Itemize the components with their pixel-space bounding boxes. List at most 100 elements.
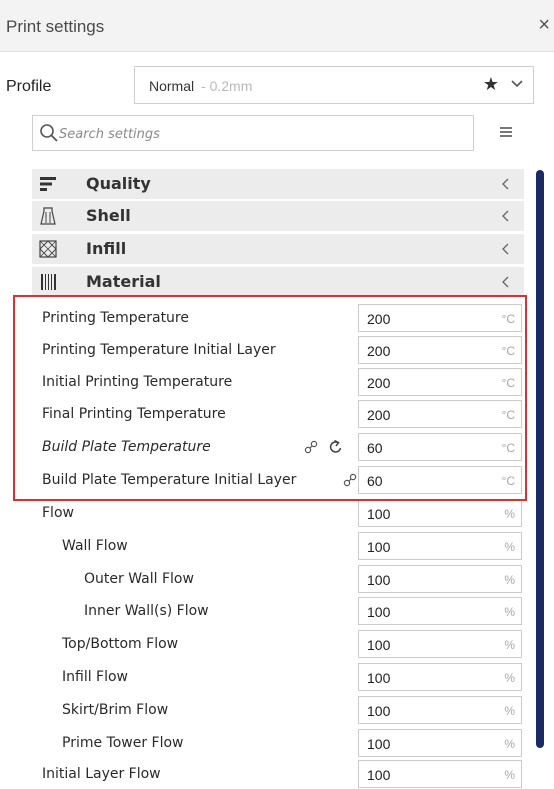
- setting-unit: %: [504, 704, 515, 718]
- setting-value-field[interactable]: 200 °C: [358, 336, 522, 364]
- setting-value-field[interactable]: 100 %: [358, 597, 522, 625]
- setting-row-flow: Flow 100 %: [32, 497, 524, 529]
- reset-icon[interactable]: [328, 439, 344, 455]
- setting-value-field[interactable]: 100 %: [358, 696, 522, 724]
- star-icon[interactable]: ★: [483, 74, 499, 95]
- setting-label: Outer Wall Flow: [84, 571, 194, 587]
- setting-value: 100: [367, 572, 391, 588]
- setting-label: Infill Flow: [62, 669, 129, 685]
- setting-value: 100: [367, 767, 391, 783]
- category-label: Material: [86, 272, 161, 291]
- setting-unit: %: [504, 507, 515, 521]
- menu-icon[interactable]: [498, 124, 514, 140]
- setting-value-field[interactable]: 100 %: [358, 729, 522, 757]
- setting-value-field[interactable]: 200 °C: [358, 368, 522, 396]
- setting-value-field[interactable]: 60 °C: [358, 466, 522, 494]
- search-icon: [40, 124, 58, 142]
- setting-unit: °C: [501, 441, 515, 455]
- setting-row-wall-flow: Wall Flow 100 %: [32, 530, 524, 562]
- setting-unit: °C: [501, 474, 515, 488]
- setting-label: Prime Tower Flow: [62, 735, 184, 751]
- setting-row-printing-temperature: Printing Temperature 200 °C: [32, 302, 524, 334]
- chevron-left-icon: [502, 276, 509, 288]
- chevron-left-icon: [502, 210, 509, 222]
- setting-value-field[interactable]: 200 °C: [358, 400, 522, 428]
- setting-label: Build Plate Temperature Initial Layer: [42, 472, 297, 488]
- setting-value-field[interactable]: 60 °C: [358, 433, 522, 461]
- setting-value: 200: [367, 407, 391, 423]
- setting-value: 100: [367, 736, 391, 752]
- setting-row-top-bottom-flow: Top/Bottom Flow 100 %: [32, 628, 524, 660]
- setting-label: Top/Bottom Flow: [62, 636, 179, 652]
- setting-value: 200: [367, 311, 391, 327]
- setting-unit: %: [504, 638, 515, 652]
- setting-label: Build Plate Temperature: [42, 439, 211, 455]
- setting-unit: %: [504, 540, 515, 554]
- setting-unit: %: [504, 768, 515, 782]
- setting-row-build-plate-temperature: Build Plate Temperature 60 °C: [32, 431, 524, 463]
- link-icon: [343, 473, 357, 487]
- setting-value: 100: [367, 539, 391, 555]
- chevron-left-icon: [502, 243, 509, 255]
- link-icon: [304, 440, 318, 454]
- setting-unit: °C: [501, 312, 515, 326]
- setting-value-field[interactable]: 100 %: [358, 630, 522, 658]
- setting-row-final-printing-temperature: Final Printing Temperature 200 °C: [32, 398, 524, 430]
- setting-value: 60: [367, 473, 383, 489]
- chevron-left-icon: [502, 178, 509, 190]
- quality-icon: [40, 177, 56, 191]
- setting-value: 60: [367, 440, 383, 456]
- setting-label: Initial Layer Flow: [42, 766, 161, 782]
- setting-row-prime-tower-flow: Prime Tower Flow 100 %: [32, 727, 524, 759]
- setting-unit: °C: [501, 344, 515, 358]
- category-infill[interactable]: Infill: [32, 234, 524, 264]
- setting-value-field[interactable]: 100 %: [358, 499, 522, 527]
- setting-row-infill-flow: Infill Flow 100 %: [32, 661, 524, 693]
- search-box[interactable]: [32, 115, 474, 151]
- setting-row-initial-printing-temperature: Initial Printing Temperature 200 °C: [32, 366, 524, 398]
- setting-label: Inner Wall(s) Flow: [84, 603, 209, 619]
- setting-value-field[interactable]: 100 %: [358, 565, 522, 593]
- chevron-down-icon[interactable]: [509, 75, 525, 91]
- category-shell[interactable]: Shell: [32, 201, 524, 231]
- setting-label: Skirt/Brim Flow: [62, 702, 169, 718]
- profile-name: Normal - 0.2mm: [149, 78, 252, 94]
- profile-label: Profile: [6, 78, 52, 95]
- close-icon[interactable]: ×: [538, 14, 550, 37]
- setting-value-field[interactable]: 100 %: [358, 760, 522, 788]
- setting-unit: °C: [501, 408, 515, 422]
- setting-value: 100: [367, 604, 391, 620]
- setting-value: 200: [367, 375, 391, 391]
- setting-value-field[interactable]: 100 %: [358, 663, 522, 691]
- category-material[interactable]: Material: [32, 267, 524, 297]
- setting-label: Initial Printing Temperature: [42, 374, 233, 390]
- setting-value-field[interactable]: 200 °C: [358, 304, 522, 332]
- setting-value: 100: [367, 506, 391, 522]
- setting-row-build-plate-temperature-initial-layer: Build Plate Temperature Initial Layer 60…: [32, 464, 524, 496]
- profile-detail: - 0.2mm: [201, 78, 253, 94]
- category-label: Quality: [86, 174, 151, 193]
- setting-row-initial-layer-flow: Initial Layer Flow 100 %: [32, 758, 524, 789]
- setting-label: Final Printing Temperature: [42, 406, 226, 422]
- setting-unit: °C: [501, 376, 515, 390]
- profile-selector[interactable]: Normal - 0.2mm ★: [134, 66, 534, 104]
- setting-label: Wall Flow: [62, 538, 128, 554]
- title-bar: Print settings ×: [0, 0, 554, 52]
- shell-icon: [40, 207, 56, 225]
- profile-name-text: Normal: [149, 78, 195, 94]
- setting-label: Printing Temperature: [42, 310, 189, 326]
- setting-row-outer-wall-flow: Outer Wall Flow 100 %: [32, 563, 524, 595]
- category-quality[interactable]: Quality: [32, 169, 524, 199]
- search-input[interactable]: [59, 124, 459, 144]
- infill-icon: [39, 240, 57, 258]
- window-title: Print settings: [6, 17, 105, 36]
- setting-row-inner-walls-flow: Inner Wall(s) Flow 100 %: [32, 595, 524, 627]
- setting-value-field[interactable]: 100 %: [358, 532, 522, 560]
- category-label: Infill: [86, 239, 127, 258]
- setting-row-printing-temperature-initial-layer: Printing Temperature Initial Layer 200 °…: [32, 334, 524, 366]
- setting-unit: %: [504, 573, 515, 587]
- setting-label: Printing Temperature Initial Layer: [42, 342, 276, 358]
- scrollbar-thumb[interactable]: [536, 170, 544, 748]
- scrollbar[interactable]: [536, 170, 544, 748]
- setting-unit: %: [504, 605, 515, 619]
